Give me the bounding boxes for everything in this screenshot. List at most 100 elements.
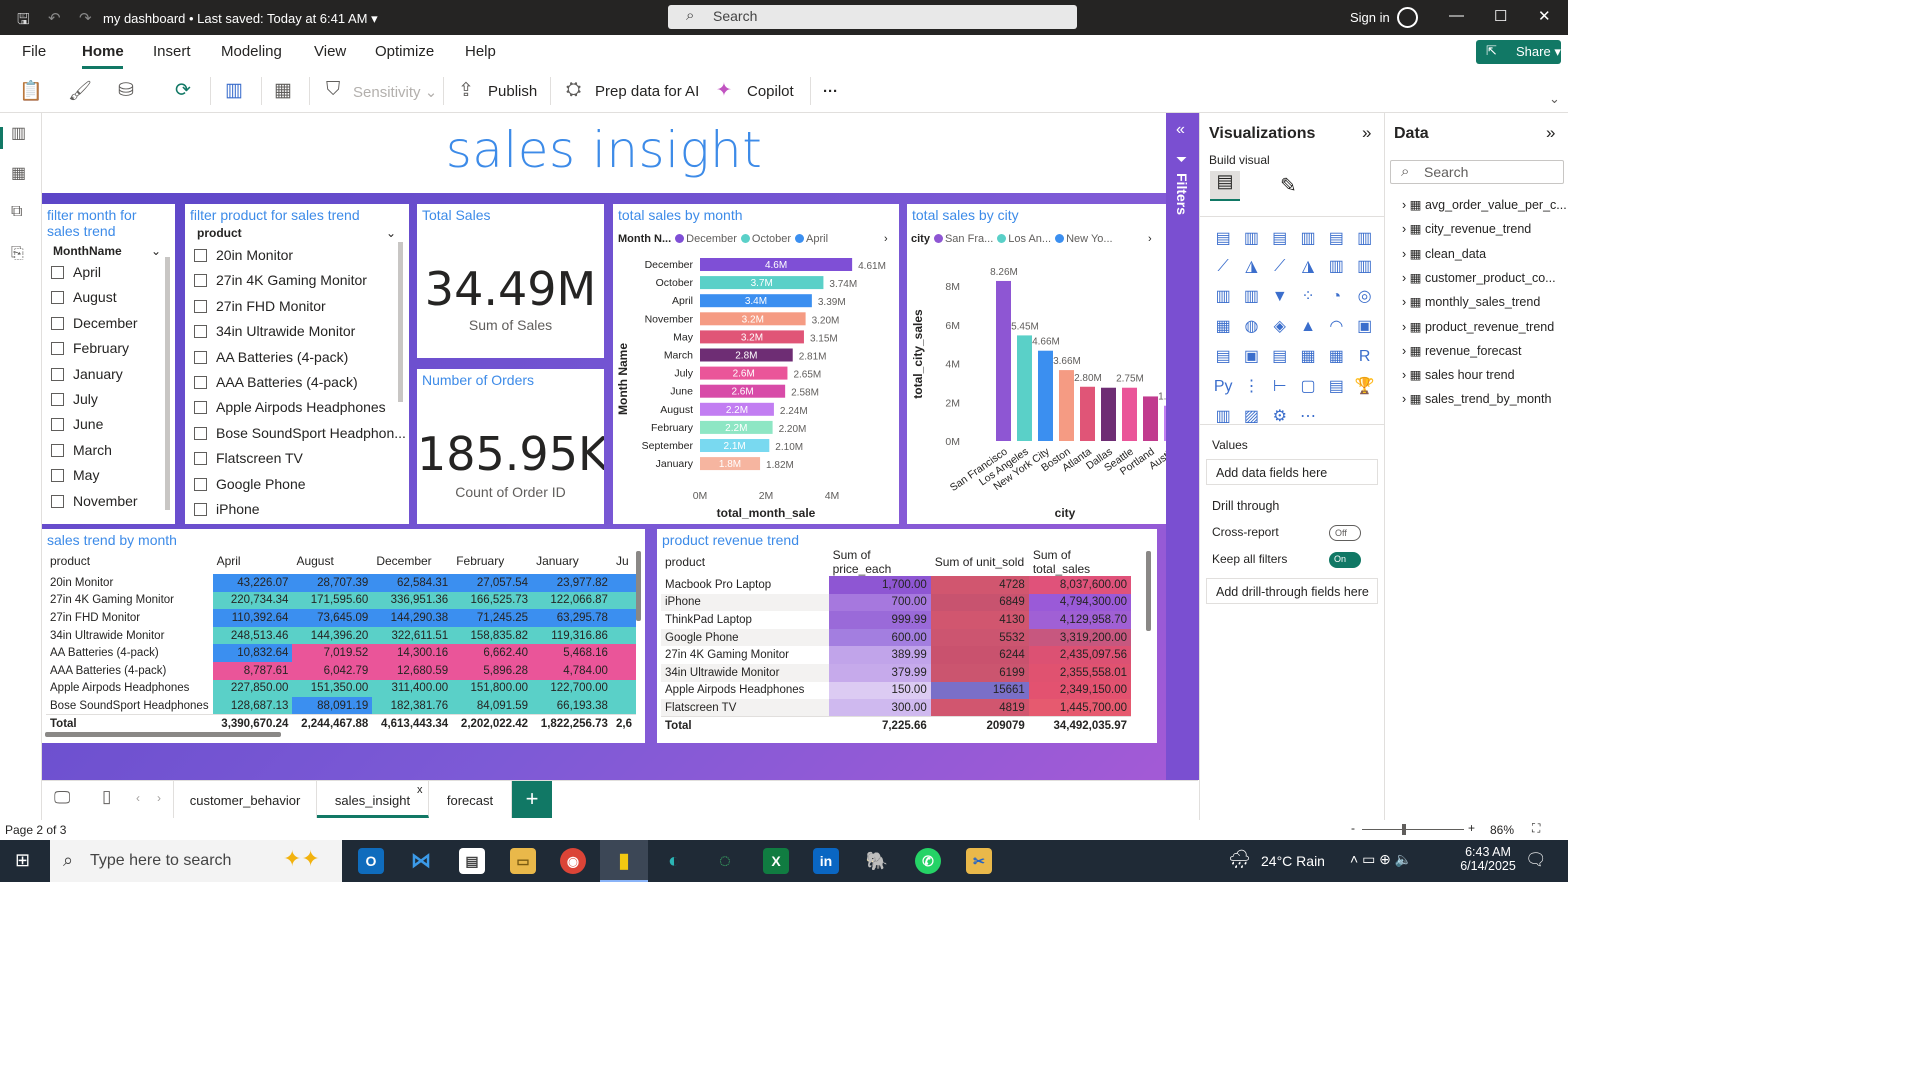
jupyter-icon[interactable]: ◌ — [712, 848, 738, 874]
zoom-slider[interactable] — [1362, 829, 1464, 830]
column-header[interactable]: product — [661, 548, 829, 576]
format-painter-icon[interactable]: 🖌 — [68, 79, 92, 103]
checkbox[interactable] — [194, 325, 207, 339]
power-bi-icon[interactable]: ▮ — [611, 848, 637, 874]
expand-chevron-icon[interactable]: › — [1402, 198, 1410, 212]
more-options-button[interactable]: ··· — [823, 83, 838, 100]
maximize-icon[interactable]: ☐ — [1494, 7, 1507, 25]
tab-customer-behavior[interactable]: customer_behavior — [173, 781, 317, 818]
table-row[interactable]: AA Batteries (4-pack) 10,832.64 7,019.52 14… — [46, 644, 636, 662]
visual-type-icon[interactable]: ◔ — [1322, 288, 1350, 316]
notifications-icon[interactable]: 🗨 — [1525, 850, 1547, 870]
visual-type-icon[interactable]: ▣ — [1237, 346, 1265, 374]
zoom-out-icon[interactable]: - — [1351, 821, 1355, 835]
menu-modeling[interactable]: Modeling — [221, 43, 282, 60]
table-row[interactable]: ThinkPad Laptop 999.99 4130 4,129,958.70 — [661, 611, 1131, 629]
visual-type-icon[interactable]: ⟋ — [1209, 258, 1237, 286]
visual-type-icon[interactable]: ▥ — [1322, 256, 1350, 284]
sign-in-link[interactable]: Sign in — [1350, 10, 1390, 25]
horizontal-scrollbar[interactable] — [45, 732, 281, 737]
get-data-icon[interactable]: ⛁ — [118, 79, 134, 102]
trend-matrix[interactable]: product April August December February Januar… — [46, 548, 636, 733]
checkbox[interactable] — [194, 274, 207, 288]
table-row[interactable]: 27in FHD Monitor 110,392.64 73,645.09 144,2… — [46, 609, 636, 627]
close-icon[interactable]: ✕ — [1538, 7, 1551, 25]
chrome-icon[interactable]: ◉ — [560, 848, 586, 874]
visual-type-icon[interactable]: ◎ — [1350, 286, 1378, 314]
visual-type-icon[interactable]: ▥ — [1209, 286, 1237, 314]
slicer-item[interactable]: August — [51, 289, 117, 305]
fit-page-icon[interactable]: ⛶ — [1532, 821, 1540, 836]
collapse-pane-icon[interactable]: » — [1362, 123, 1371, 143]
tab-sales-insight[interactable]: sales_insight x — [317, 781, 429, 818]
minimize-icon[interactable]: — — [1449, 7, 1464, 24]
visual-type-icon[interactable]: ▲ — [1294, 318, 1322, 346]
vertical-scrollbar[interactable] — [1146, 551, 1151, 631]
table-row[interactable]: 20in Monitor 43,226.07 28,707.39 62,584.31 2… — [46, 574, 636, 592]
slicer-item[interactable]: June — [51, 416, 103, 432]
slicer-item[interactable]: February — [51, 340, 129, 356]
visual-type-icon[interactable]: ◮ — [1237, 256, 1265, 284]
model-view-icon[interactable]: ⧉ — [11, 203, 22, 221]
slicer-field-header[interactable]: MonthName ⌄ — [53, 244, 161, 258]
bar[interactable] — [1017, 335, 1032, 441]
slicer-item[interactable]: 27in 4K Gaming Monitor — [194, 272, 367, 288]
column-header[interactable]: Sum of unit_sold — [931, 548, 1029, 576]
windows-start-icon[interactable]: ⊞ — [15, 850, 30, 871]
vertical-scrollbar[interactable] — [636, 551, 641, 621]
menu-file[interactable]: File — [22, 43, 46, 60]
checkbox[interactable] — [194, 426, 207, 440]
edge-icon[interactable]: ◐ — [661, 848, 687, 874]
expand-chevron-icon[interactable]: › — [1402, 320, 1410, 334]
data-table-item[interactable]: › ▦ sales hour trend — [1402, 367, 1515, 382]
visual-type-icon[interactable]: ⟋ — [1266, 258, 1294, 286]
visual-type-icon[interactable]: ⁘ — [1294, 286, 1322, 314]
visual-type-icon[interactable]: ◮ — [1294, 256, 1322, 284]
visual-type-icon[interactable]: ▥ — [1350, 228, 1378, 256]
data-table-item[interactable]: › ▦ clean_data — [1402, 246, 1486, 261]
menu-insert[interactable]: Insert — [153, 43, 191, 60]
add-page-button[interactable]: + — [512, 781, 552, 818]
weather-text[interactable]: 24°C Rain — [1261, 853, 1325, 869]
visual-type-icon[interactable]: ▤ — [1322, 376, 1350, 404]
visual-type-icon[interactable]: ▢ — [1294, 376, 1322, 404]
column-header[interactable]: February — [452, 548, 532, 574]
collapse-ribbon-icon[interactable]: ⌄ — [1549, 91, 1560, 107]
slicer-item[interactable]: July — [51, 391, 98, 407]
table-row[interactable]: 34in Ultrawide Monitor 248,513.46 144,396.… — [46, 626, 636, 645]
visual-type-icon[interactable]: ▦ — [1209, 316, 1237, 344]
table-row[interactable]: 27in 4K Gaming Monitor 389.99 6244 2,435,09… — [661, 646, 1131, 664]
table-row[interactable]: AAA Batteries (4-pack) 8,787.61 6,042.79 12… — [46, 661, 636, 680]
bar[interactable] — [1143, 396, 1158, 441]
visual-type-icon[interactable]: ▦ — [1322, 346, 1350, 374]
prev-page-icon[interactable]: ‹ — [136, 791, 140, 805]
slicer-item[interactable]: 34in Ultrawide Monitor — [194, 323, 355, 339]
slicer-item[interactable]: November — [51, 493, 138, 509]
checkbox[interactable] — [51, 443, 64, 457]
cross-report-toggle[interactable]: Off — [1329, 525, 1361, 541]
table-row[interactable]: 27in 4K Gaming Monitor 220,734.34 171,595.… — [46, 591, 636, 610]
slicer-item[interactable]: May — [51, 467, 99, 483]
visual-type-icon[interactable]: Py — [1209, 378, 1237, 406]
whatsapp-icon[interactable]: ✆ — [915, 848, 941, 874]
bar[interactable] — [1080, 386, 1095, 441]
visual-type-icon[interactable]: ▤ — [1209, 346, 1237, 374]
redo-icon[interactable]: ↷ — [79, 9, 92, 27]
slicer-item[interactable]: Flatscreen TV — [194, 450, 303, 466]
slicer-item[interactable]: 20in Monitor — [194, 247, 293, 263]
visual-type-icon[interactable]: ▥ — [1294, 228, 1322, 256]
table-row[interactable]: Apple Airpods Headphones 150.00 15661 2,349… — [661, 681, 1131, 700]
expand-chevron-icon[interactable]: › — [1402, 368, 1410, 382]
calculator-icon[interactable]: ▦ — [274, 79, 292, 102]
new-visual-icon[interactable]: ▥ — [225, 79, 243, 102]
slicer-item[interactable]: March — [51, 442, 112, 458]
file-explorer-icon[interactable]: ▭ — [510, 848, 536, 874]
values-well[interactable]: Add data fields here — [1206, 459, 1378, 485]
checkbox[interactable] — [51, 367, 64, 381]
bar[interactable] — [996, 280, 1011, 441]
prep-data-icon[interactable]: ⛭ — [566, 79, 581, 101]
scrollbar[interactable] — [398, 242, 403, 402]
taskbar-search[interactable]: ⌕ Type here to search ✦✦ — [50, 840, 342, 882]
zoom-in-icon[interactable]: + — [1468, 821, 1475, 835]
checkbox[interactable] — [194, 249, 207, 262]
